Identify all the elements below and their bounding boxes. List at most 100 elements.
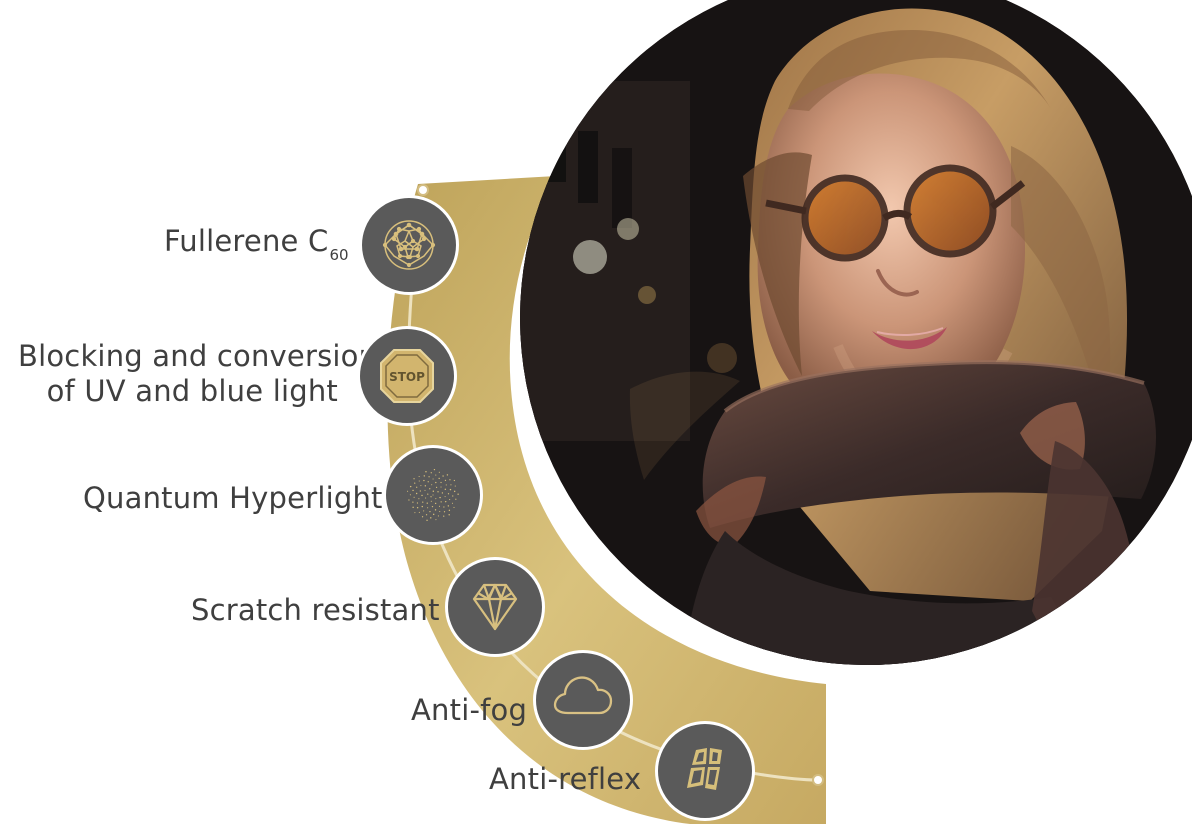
spiral-dot <box>452 495 454 497</box>
spiral-dot <box>416 506 419 509</box>
feature-graphic: Fullerene C60 Blocking and conversion of… <box>0 0 1192 824</box>
spiral-dot <box>421 494 423 497</box>
fullerene-icon <box>382 220 436 270</box>
spiral-dot <box>437 515 439 517</box>
dot-spiral-icon <box>407 468 459 521</box>
spiral-dot <box>418 511 420 513</box>
spiral-dot <box>429 488 431 490</box>
cloud-icon <box>553 676 613 715</box>
feature-label-fullerene-main: Fullerene C <box>164 224 329 258</box>
spiral-dot <box>454 485 456 487</box>
spiral-dot <box>457 493 459 495</box>
spiral-dot <box>426 502 428 504</box>
spiral-dot <box>409 494 411 496</box>
spiral-dot <box>450 484 452 486</box>
reflective-panels-icon-badge <box>655 721 755 821</box>
spiral-dot <box>435 519 437 521</box>
spiral-dot <box>423 510 425 512</box>
spiral-dot <box>441 492 444 494</box>
spiral-dot <box>430 500 432 502</box>
spiral-dot <box>413 478 415 480</box>
spiral-dot <box>449 479 451 481</box>
spiral-dot <box>427 507 429 509</box>
spiral-dot <box>446 474 449 476</box>
spiral-dot <box>431 505 434 508</box>
spiral-dot <box>429 510 431 513</box>
spiral-dot <box>448 514 450 516</box>
cloud-icon-badge <box>533 650 633 750</box>
spiral-dot <box>416 502 419 504</box>
spiral-dot <box>449 499 451 501</box>
spiral-dot <box>443 511 446 513</box>
stop-sign-icon: STOP <box>380 349 434 403</box>
spiral-dot <box>426 519 428 521</box>
spiral-dot <box>415 492 418 495</box>
spiral-dot <box>407 490 409 492</box>
spiral-dot <box>438 505 441 507</box>
spiral-dot <box>420 485 422 487</box>
spiral-dot <box>449 488 452 491</box>
spiral-dot <box>413 496 415 498</box>
spiral-dot <box>412 506 414 509</box>
stop-sign-text: STOP <box>389 370 425 384</box>
spiral-dot <box>455 498 457 500</box>
spiral-dot <box>447 493 450 495</box>
spiral-dot <box>414 482 416 484</box>
spiral-dot <box>414 512 416 514</box>
spiral-dot <box>444 496 446 498</box>
spiral-dot <box>435 486 438 488</box>
spiral-dot <box>430 472 432 474</box>
spiral-dot <box>444 479 447 481</box>
spiral-dot <box>423 479 425 482</box>
feature-label-blocking-conversion: Blocking and conversion of UV and blue l… <box>18 339 377 409</box>
spiral-dot <box>453 506 455 509</box>
spiral-dot <box>447 505 450 507</box>
woman-with-amber-glasses-using-tablet <box>520 0 1192 665</box>
spiral-dot <box>425 471 427 473</box>
spiral-dot <box>438 477 440 480</box>
spiral-dot <box>430 496 432 498</box>
spiral-dot <box>439 511 441 513</box>
spiral-dot <box>440 501 442 503</box>
spiral-dot <box>412 501 414 503</box>
spiral-dot <box>443 506 445 508</box>
stop-sign-icon-badge: STOP <box>357 326 457 426</box>
dot-spiral-icon-badge <box>383 445 483 545</box>
spiral-dot <box>408 499 410 501</box>
spiral-dot <box>444 500 447 503</box>
spiral-dot <box>443 515 445 517</box>
spiral-dot <box>438 471 440 473</box>
woman-photo <box>520 0 1192 665</box>
feature-label-blocking-line2: of UV and blue light <box>46 373 338 408</box>
spiral-dot <box>440 481 442 484</box>
spiral-dot <box>425 514 428 516</box>
spiral-dot <box>439 496 441 499</box>
spiral-dot <box>418 475 420 478</box>
feature-label-fullerene: Fullerene C60 <box>164 224 349 264</box>
spiral-dot <box>448 509 451 512</box>
spiral-dot <box>424 485 427 487</box>
spiral-dot <box>433 468 436 471</box>
spiral-dot <box>421 505 423 508</box>
spiral-dot <box>412 489 414 492</box>
spiral-dot <box>430 517 432 519</box>
spiral-dot <box>445 484 447 486</box>
spiral-dot <box>434 509 437 511</box>
fullerene-icon-badge <box>359 195 459 295</box>
spiral-dot <box>434 502 437 505</box>
spiral-dot <box>435 481 437 484</box>
feature-label-anti-fog: Anti-fog <box>411 693 528 727</box>
spiral-dot <box>453 490 456 493</box>
feature-label-scratch-resistant: Scratch resistant <box>191 593 440 627</box>
spiral-dot <box>424 489 426 491</box>
spiral-dot <box>409 485 412 488</box>
feature-label-fullerene-subscript: 60 <box>329 246 349 264</box>
spiral-dot <box>440 486 442 488</box>
spiral-dot <box>421 516 424 518</box>
spiral-dot <box>431 484 433 486</box>
curve-end-dot-bottom <box>812 774 824 786</box>
spiral-dot <box>437 491 439 493</box>
spiral-dot <box>419 490 421 492</box>
spiral-dot <box>451 502 454 504</box>
spiral-dot <box>422 501 424 503</box>
